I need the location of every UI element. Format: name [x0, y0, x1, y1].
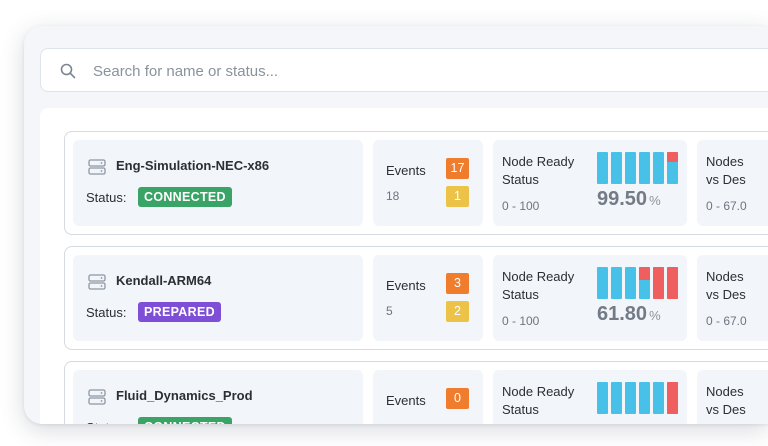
node-ready-label-line1: Node Ready: [502, 384, 575, 399]
events-summary[interactable]: Events 18 17 1: [373, 140, 483, 226]
node-ready-bar-bad-segment: [667, 382, 678, 414]
app-window: Eng-Simulation-NEC-x86 Status: CONNECTED Ev…: [24, 26, 768, 424]
cluster-name[interactable]: Fluid_Dynamics_Prod: [116, 388, 253, 403]
nodes-vs-desired-range: 0 - 67.0: [706, 199, 747, 213]
node-ready-label-line2: Status: [502, 287, 539, 302]
nodes-vs-desired: Nodes vs Des 0 - 67.0: [697, 255, 768, 341]
node-ready-percent: 99.50%: [597, 188, 661, 211]
node-ready-status: Node ReadyStatus0 - 100: [493, 370, 687, 424]
node-ready-label: Node Ready Status: [502, 383, 588, 419]
search-input[interactable]: [91, 49, 695, 93]
nodes-label-line2: vs Des: [706, 402, 746, 417]
events-info-badge[interactable]: 2: [446, 301, 469, 322]
status-label: Status:: [86, 305, 127, 320]
cluster-card[interactable]: Eng-Simulation-NEC-x86 Status: CONNECTED Ev…: [64, 131, 768, 235]
events-label: Events: [386, 393, 426, 408]
node-ready-range: 0 - 100: [502, 314, 540, 328]
search-icon: [60, 63, 76, 79]
node-ready-status: Node Ready Status 0 - 100 61.80%: [493, 255, 687, 341]
nodes-vs-desired-label: Nodes vs Des: [706, 268, 746, 304]
node-ready-bar: [667, 382, 678, 414]
node-ready-label-line1: Node Ready: [502, 154, 575, 169]
node-ready-bar: [597, 382, 608, 414]
node-ready-label: Node Ready Status: [502, 268, 588, 304]
node-ready-bar: [611, 152, 622, 184]
node-ready-unit: %: [649, 193, 661, 208]
node-ready-bar: [611, 267, 622, 299]
node-ready-bar: [639, 382, 650, 414]
nodes-vs-desired-range: 0 - 67.0: [706, 314, 747, 328]
node-ready-label-line2: Status: [502, 172, 539, 187]
status-badge: PREPARED: [138, 302, 221, 322]
nodes-label-line2: vs Des: [706, 172, 746, 187]
node-ready-range: 0 - 100: [502, 199, 540, 213]
node-ready-bar: [611, 382, 622, 414]
node-ready-bar-bad-segment: [653, 267, 664, 299]
node-ready-bar: [625, 267, 636, 299]
node-ready-unit: %: [649, 308, 661, 323]
node-ready-label: Node Ready Status: [502, 153, 588, 189]
cluster-list: Eng-Simulation-NEC-x86 Status: CONNECTED Ev…: [40, 108, 768, 424]
node-ready-label-line2: Status: [502, 402, 539, 417]
events-label: Events: [386, 278, 426, 293]
events-total: 18: [386, 189, 400, 203]
cluster-info: Kendall-ARM64 Status: PREPARED: [73, 255, 363, 341]
cluster-name[interactable]: Eng-Simulation-NEC-x86: [116, 158, 269, 173]
node-ready-value: 61.80: [597, 303, 648, 325]
node-ready-percent: 61.80%: [597, 303, 661, 326]
node-ready-bar-bad-segment: [639, 267, 650, 280]
events-summary[interactable]: Events 5 3 2: [373, 255, 483, 341]
node-ready-status: Node Ready Status 0 - 100 99.50%: [493, 140, 687, 226]
node-ready-bar: [597, 267, 608, 299]
server-icon: [88, 274, 106, 290]
nodes-label-line1: Nodes: [706, 269, 744, 284]
node-ready-bar: [639, 267, 650, 299]
status-label: Status:: [86, 190, 127, 205]
node-ready-bar: [639, 152, 650, 184]
node-ready-bar-bad-segment: [667, 267, 678, 299]
cluster-card[interactable]: Fluid_Dynamics_Prod Status: CONNECTED Event…: [64, 361, 768, 424]
cluster-info: Fluid_Dynamics_Prod Status: CONNECTED: [73, 370, 363, 424]
node-ready-bars: [597, 152, 681, 184]
node-ready-bar: [597, 152, 608, 184]
nodes-label-line1: Nodes: [706, 384, 744, 399]
cluster-card[interactable]: Kendall-ARM64 Status: PREPARED Events 5 3 2 Nod…: [64, 246, 768, 350]
node-ready-bar: [653, 267, 664, 299]
node-ready-bar: [667, 152, 678, 184]
status-badge: CONNECTED: [138, 417, 232, 424]
nodes-label-line1: Nodes: [706, 154, 744, 169]
nodes-vs-desired: Nodes vs Des 0 - 67.0: [697, 140, 768, 226]
cluster-info: Eng-Simulation-NEC-x86 Status: CONNECTED: [73, 140, 363, 226]
status-label: Status:: [86, 420, 126, 424]
events-total: 5: [386, 304, 393, 318]
server-icon: [88, 159, 106, 175]
nodes-vs-desired: Nodesvs Des0 - 67.0: [697, 370, 768, 424]
nodes-vs-desired-label: Nodes vs Des: [706, 383, 746, 419]
events-warning-badge[interactable]: 3: [446, 273, 469, 294]
search-bar[interactable]: [40, 48, 768, 93]
node-ready-bars: [597, 382, 681, 414]
node-ready-bar: [667, 267, 678, 299]
node-ready-bar: [625, 152, 636, 184]
nodes-vs-desired-label: Nodes vs Des: [706, 153, 746, 189]
events-label: Events: [386, 163, 426, 178]
node-ready-bar: [625, 382, 636, 414]
status-badge: CONNECTED: [138, 187, 232, 207]
node-ready-bar: [653, 382, 664, 414]
node-ready-bar-bad-segment: [667, 152, 678, 162]
node-ready-bar: [653, 152, 664, 184]
events-info-badge[interactable]: 1: [446, 186, 469, 207]
cluster-name[interactable]: Kendall-ARM64: [116, 273, 211, 288]
server-icon: [88, 389, 106, 405]
events-warning-badge[interactable]: 0: [446, 388, 469, 409]
node-ready-value: 99.50: [597, 188, 648, 210]
node-ready-label-line1: Node Ready: [502, 269, 575, 284]
events-summary[interactable]: Events 0: [373, 370, 483, 424]
node-ready-bars: [597, 267, 681, 299]
nodes-label-line2: vs Des: [706, 287, 746, 302]
events-warning-badge[interactable]: 17: [446, 158, 469, 179]
